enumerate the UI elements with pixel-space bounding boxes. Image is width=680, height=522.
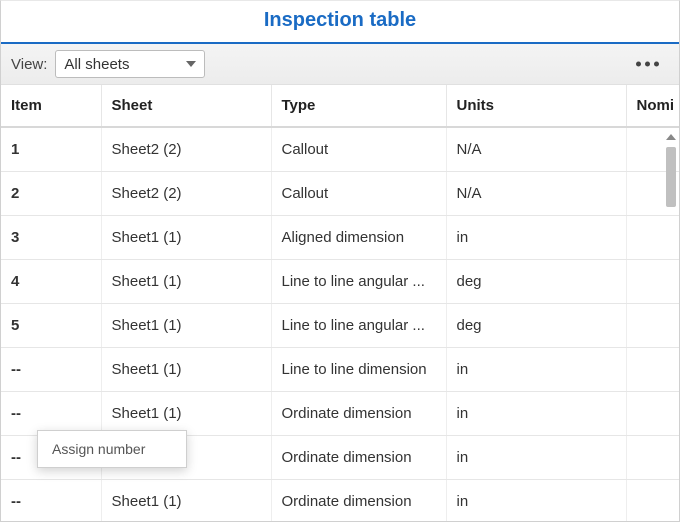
table-header-row: Item Sheet Type Units Nomi [1, 85, 679, 127]
more-menu-button[interactable] [630, 56, 665, 73]
view-label: View: [11, 56, 47, 73]
table-area: Item Sheet Type Units Nomi 1Sheet2 (2)Ca… [1, 85, 679, 521]
cell-item: -- [1, 479, 101, 521]
cell-type: Line to line angular ... [271, 259, 446, 303]
cell-sheet: Sheet2 (2) [101, 127, 271, 171]
cell-nominal: .00 [626, 391, 679, 435]
col-units[interactable]: Units [446, 85, 626, 127]
context-menu: Assign number [37, 430, 187, 468]
panel-title: Inspection table [1, 1, 679, 44]
cell-sheet: Sheet1 (1) [101, 347, 271, 391]
toolbar: View: All sheets [1, 44, 679, 85]
cell-units: in [446, 215, 626, 259]
cell-nominal: .89 [626, 215, 679, 259]
cell-nominal: .33 [626, 347, 679, 391]
col-sheet[interactable]: Sheet [101, 85, 271, 127]
assign-number-menu-item[interactable]: Assign number [38, 431, 186, 467]
view-dropdown[interactable]: All sheets [55, 50, 205, 78]
col-nominal[interactable]: Nomi [626, 85, 679, 127]
cell-units: N/A [446, 171, 626, 215]
cell-units: deg [446, 303, 626, 347]
cell-item: -- [1, 347, 101, 391]
cell-units: deg [446, 259, 626, 303]
cell-item: 2 [1, 171, 101, 215]
cell-sheet: Sheet1 (1) [101, 479, 271, 521]
cell-type: Ordinate dimension [271, 435, 446, 479]
cell-units: in [446, 435, 626, 479]
cell-type: Line to line dimension [271, 347, 446, 391]
cell-type: Ordinate dimension [271, 479, 446, 521]
table-row[interactable]: 3Sheet1 (1)Aligned dimensionin.89 [1, 215, 679, 259]
cell-sheet: Sheet1 (1) [101, 215, 271, 259]
table-row[interactable]: --Sheet1 (1)Ordinate dimensionin.00 [1, 391, 679, 435]
cell-type: Callout [271, 127, 446, 171]
table-row[interactable]: 1Sheet2 (2)CalloutN/A1. [1, 127, 679, 171]
chevron-down-icon [186, 61, 196, 67]
cell-type: Callout [271, 171, 446, 215]
view-dropdown-value: All sheets [64, 56, 129, 73]
cell-nominal: .23 [626, 435, 679, 479]
cell-item: 1 [1, 127, 101, 171]
table-row[interactable]: --Sheet1 (1)Line to line dimensionin.33 [1, 347, 679, 391]
cell-item: -- [1, 391, 101, 435]
col-type[interactable]: Type [271, 85, 446, 127]
cell-units: N/A [446, 127, 626, 171]
col-item[interactable]: Item [1, 85, 101, 127]
inspection-table-panel: Inspection table View: All sheets Item S… [0, 0, 680, 522]
cell-units: in [446, 347, 626, 391]
scroll-up-icon[interactable] [664, 130, 678, 144]
table-row[interactable]: 5Sheet1 (1)Line to line angular ...deg75… [1, 303, 679, 347]
cell-nominal: 32. [626, 259, 679, 303]
table-row[interactable]: --Sheet1 (1)Ordinate dimensionin.74 [1, 479, 679, 521]
cell-type: Ordinate dimension [271, 391, 446, 435]
cell-nominal: 75. [626, 303, 679, 347]
table-row[interactable]: 2Sheet2 (2)CalloutN/A2. [1, 171, 679, 215]
vertical-scroll-thumb[interactable] [666, 147, 676, 207]
cell-nominal: .74 [626, 479, 679, 521]
cell-item: 4 [1, 259, 101, 303]
cell-item: 3 [1, 215, 101, 259]
cell-sheet: Sheet1 (1) [101, 259, 271, 303]
cell-item: 5 [1, 303, 101, 347]
cell-type: Aligned dimension [271, 215, 446, 259]
cell-sheet: Sheet2 (2) [101, 171, 271, 215]
table-row[interactable]: 4Sheet1 (1)Line to line angular ...deg32… [1, 259, 679, 303]
cell-units: in [446, 479, 626, 521]
cell-sheet: Sheet1 (1) [101, 303, 271, 347]
cell-type: Line to line angular ... [271, 303, 446, 347]
cell-units: in [446, 391, 626, 435]
cell-sheet: Sheet1 (1) [101, 391, 271, 435]
